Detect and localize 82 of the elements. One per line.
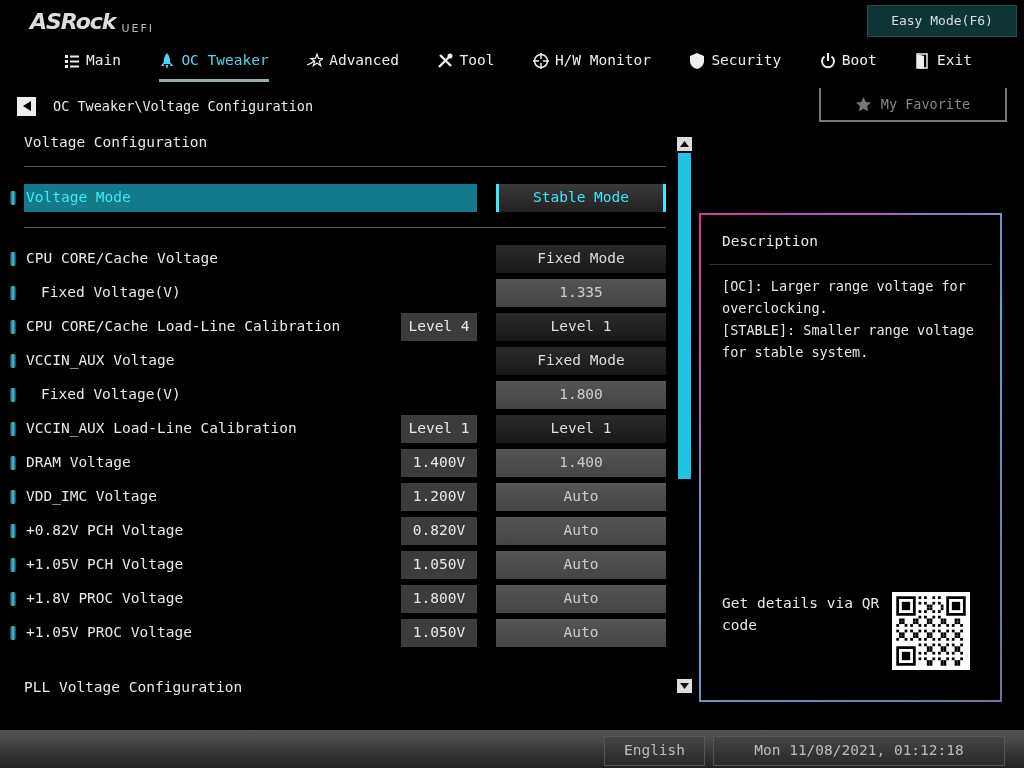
breadcrumb: OC Tweaker\Voltage Configuration	[53, 96, 314, 116]
triangle-down-icon	[680, 683, 689, 689]
value-field[interactable]: 1.800	[496, 381, 666, 409]
section-title: Voltage Configuration	[23, 133, 209, 152]
value-field[interactable]: Auto	[496, 551, 666, 579]
setting-label[interactable]: +0.82V PCH Voltage	[24, 517, 401, 545]
current-value: 1.200V	[401, 483, 477, 511]
option-dropdown[interactable]: Level 1	[496, 313, 666, 341]
favorite-button[interactable]: My Favorite	[819, 88, 1007, 122]
value-field[interactable]: 1.400	[496, 449, 666, 477]
logo-suffix: UEFI	[121, 21, 155, 37]
setting-label[interactable]: +1.8V PROC Voltage	[24, 585, 401, 613]
menu-tab[interactable]: Tool	[437, 44, 495, 82]
star-icon	[855, 96, 871, 112]
setting-label[interactable]: VCCIN_AUX Voltage	[24, 347, 401, 375]
setting-label[interactable]: +1.05V PROC Voltage	[24, 619, 401, 647]
submenu-link[interactable]: PLL Voltage Configuration	[24, 677, 666, 699]
setting-marker-icon	[10, 388, 16, 402]
menu-tab[interactable]: Security	[689, 44, 782, 82]
menu-tab[interactable]: OC Tweaker	[159, 44, 269, 82]
menu-tab[interactable]: H/W Monitor	[532, 44, 651, 82]
setting-marker-icon	[10, 558, 16, 572]
current-value: 1.800V	[401, 585, 477, 613]
value-field[interactable]: Auto	[496, 483, 666, 511]
setting-marker-icon	[10, 320, 16, 334]
setting-marker-icon	[10, 252, 16, 266]
back-button[interactable]	[17, 96, 36, 116]
value-field[interactable]: Auto	[496, 585, 666, 613]
setting-label[interactable]: Fixed Voltage(V)	[24, 279, 401, 307]
qr-caption: Get details via QR code	[722, 594, 881, 635]
language-button[interactable]: English	[604, 736, 705, 766]
setting-marker-icon	[10, 456, 16, 470]
list-icon	[64, 52, 80, 69]
setting-marker-icon	[10, 626, 16, 640]
tools-icon	[437, 52, 454, 69]
description-title: Description	[709, 231, 992, 265]
setting-label[interactable]: CPU CORE/Cache Voltage	[24, 245, 401, 273]
easy-mode-button[interactable]: Easy Mode(F6)	[867, 5, 1017, 37]
rocket-icon	[159, 52, 176, 69]
setting-marker-icon	[10, 354, 16, 368]
current-value: Level 4	[401, 313, 477, 341]
current-value: 1.400V	[401, 449, 477, 477]
triangle-up-icon	[680, 141, 689, 147]
menu-tab[interactable]: Exit	[915, 44, 972, 82]
setting-label[interactable]: +1.05V PCH Voltage	[24, 551, 401, 579]
star-icon	[307, 52, 324, 69]
triangle-left-icon	[22, 101, 31, 111]
setting-marker-icon	[10, 524, 16, 538]
date-time: Mon 11/08/2021, 01:12:18	[713, 736, 1005, 766]
menu-tab[interactable]: Boot	[819, 44, 877, 82]
description-text: [STABLE]: Smaller range voltage for stable system.	[722, 320, 975, 362]
logo: ASRock	[30, 11, 116, 33]
power-icon	[819, 52, 836, 69]
setting-label[interactable]: VDD_IMC Voltage	[24, 483, 401, 511]
setting-marker-icon	[10, 422, 16, 436]
description-text: [OC]: Larger range voltage for overclocking.	[722, 276, 967, 318]
menu-tab[interactable]: Main	[64, 44, 121, 82]
value-field[interactable]: Auto	[496, 619, 666, 647]
value-field[interactable]: Auto	[496, 517, 666, 545]
option-dropdown[interactable]: Fixed Mode	[496, 347, 666, 375]
crosshair-icon	[532, 52, 549, 69]
value-field[interactable]: 1.335	[496, 279, 666, 307]
current-value: Level 1	[401, 415, 477, 443]
scroll-down-button[interactable]	[677, 679, 692, 693]
scrollbar-thumb[interactable]	[678, 153, 691, 479]
option-dropdown[interactable]: Stable Mode	[496, 184, 666, 212]
shield-icon	[689, 52, 706, 69]
current-value: 1.050V	[401, 551, 477, 579]
setting-marker-icon	[10, 592, 16, 606]
setting-marker-icon	[10, 191, 16, 205]
option-dropdown[interactable]: Fixed Mode	[496, 245, 666, 273]
scroll-up-button[interactable]	[677, 137, 692, 151]
menu-tab[interactable]: Advanced	[307, 44, 399, 82]
setting-label[interactable]: Fixed Voltage(V)	[24, 381, 401, 409]
setting-marker-icon	[10, 490, 16, 504]
current-value: 1.050V	[401, 619, 477, 647]
setting-marker-icon	[10, 286, 16, 300]
setting-label[interactable]: CPU CORE/Cache Load-Line Calibration	[24, 313, 401, 341]
setting-label[interactable]: VCCIN_AUX Load-Line Calibration	[24, 415, 401, 443]
setting-label[interactable]: DRAM Voltage	[24, 449, 401, 477]
option-dropdown[interactable]: Level 1	[496, 415, 666, 443]
current-value: 0.820V	[401, 517, 477, 545]
